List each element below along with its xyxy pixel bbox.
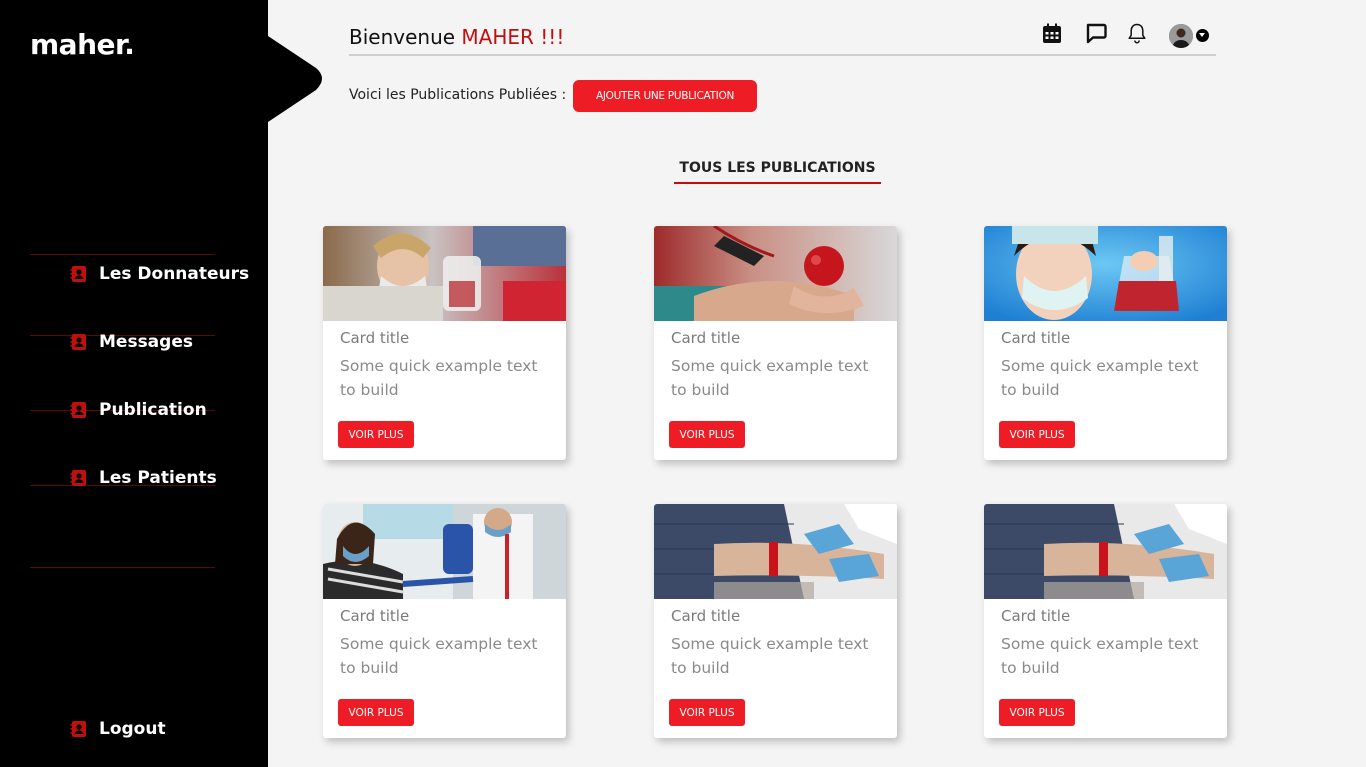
section-title: TOUS LES PUBLICATIONS xyxy=(679,160,876,176)
header-actions xyxy=(1040,22,1209,49)
voir-plus-button[interactable]: VOIR PLUS xyxy=(338,421,414,448)
header-divider xyxy=(349,54,1216,56)
card-text: Some quick example text to build xyxy=(671,635,869,677)
card-text: Some quick example text to build xyxy=(671,357,869,399)
card-title: Card title xyxy=(671,607,741,625)
card-title: Card title xyxy=(1001,607,1071,625)
contact-book-icon xyxy=(70,402,86,418)
publication-card: Card title Some quick example text to bu… xyxy=(323,226,566,460)
username: MAHER !!! xyxy=(461,25,565,49)
calendar-icon xyxy=(1043,23,1061,43)
card-text: Some quick example text to build xyxy=(340,357,538,399)
contact-book-icon xyxy=(70,266,86,282)
publication-card: Card title Some quick example text to bu… xyxy=(984,504,1227,738)
publication-card: Card title Some quick example text to bu… xyxy=(323,504,566,738)
caret-down-icon[interactable] xyxy=(1196,29,1209,42)
message-icon xyxy=(1086,23,1107,44)
calendar-button[interactable] xyxy=(1041,22,1063,49)
logout-button[interactable]: Logout xyxy=(70,719,166,739)
bell-icon xyxy=(1128,23,1146,44)
sidebar: maher. Les Donnateurs Messages Publicati… xyxy=(0,0,268,767)
card-image xyxy=(654,226,897,321)
notifications-button[interactable] xyxy=(1126,22,1148,49)
voir-plus-button[interactable]: VOIR PLUS xyxy=(669,421,745,448)
card-image xyxy=(323,226,566,321)
publication-card: Card title Some quick example text to bu… xyxy=(654,226,897,460)
nav-divider xyxy=(30,254,215,255)
card-text: Some quick example text to build xyxy=(1001,635,1199,677)
card-title: Card title xyxy=(340,607,410,625)
voir-plus-button[interactable]: VOIR PLUS xyxy=(999,699,1075,726)
contact-book-icon xyxy=(70,721,86,737)
publication-card: Card title Some quick example text to bu… xyxy=(984,226,1227,460)
sidebar-item-label: Messages xyxy=(99,332,193,352)
welcome-text: Bienvenue xyxy=(349,25,456,49)
card-image xyxy=(323,504,566,599)
sidebar-item-messages[interactable]: Messages xyxy=(70,332,193,352)
user-avatar-image xyxy=(1169,23,1193,48)
card-title: Card title xyxy=(340,329,410,347)
publications-subtitle: Voici les Publications Publiées : xyxy=(349,87,567,103)
voir-plus-button[interactable]: VOIR PLUS xyxy=(999,421,1075,448)
contact-book-icon xyxy=(70,334,86,350)
app-logo: maher. xyxy=(30,28,135,61)
card-text: Some quick example text to build xyxy=(1001,357,1199,399)
section-underline xyxy=(674,182,881,184)
card-text: Some quick example text to build xyxy=(340,635,538,677)
sidebar-item-donnateurs[interactable]: Les Donnateurs xyxy=(70,264,249,284)
card-image xyxy=(984,226,1227,321)
messages-button[interactable] xyxy=(1085,22,1107,49)
avatar[interactable] xyxy=(1169,23,1193,48)
sidebar-item-label: Publication xyxy=(99,400,207,420)
voir-plus-button[interactable]: VOIR PLUS xyxy=(338,699,414,726)
sidebar-item-label: Les Patients xyxy=(99,468,217,488)
contact-book-icon xyxy=(70,470,86,486)
welcome-heading: Bienvenue MAHER !!! xyxy=(349,25,564,49)
logout-label: Logout xyxy=(99,719,166,739)
voir-plus-button[interactable]: VOIR PLUS xyxy=(669,699,745,726)
card-title: Card title xyxy=(1001,329,1071,347)
sidebar-item-publication[interactable]: Publication xyxy=(70,400,207,420)
nav-divider xyxy=(30,567,215,568)
publication-card: Card title Some quick example text to bu… xyxy=(654,504,897,738)
card-image xyxy=(654,504,897,599)
card-image xyxy=(984,504,1227,599)
card-title: Card title xyxy=(671,329,741,347)
sidebar-item-label: Les Donnateurs xyxy=(99,264,250,284)
sidebar-item-patients[interactable]: Les Patients xyxy=(70,468,217,488)
add-publication-button[interactable]: AJOUTER UNE PUBLICATION xyxy=(573,80,757,112)
